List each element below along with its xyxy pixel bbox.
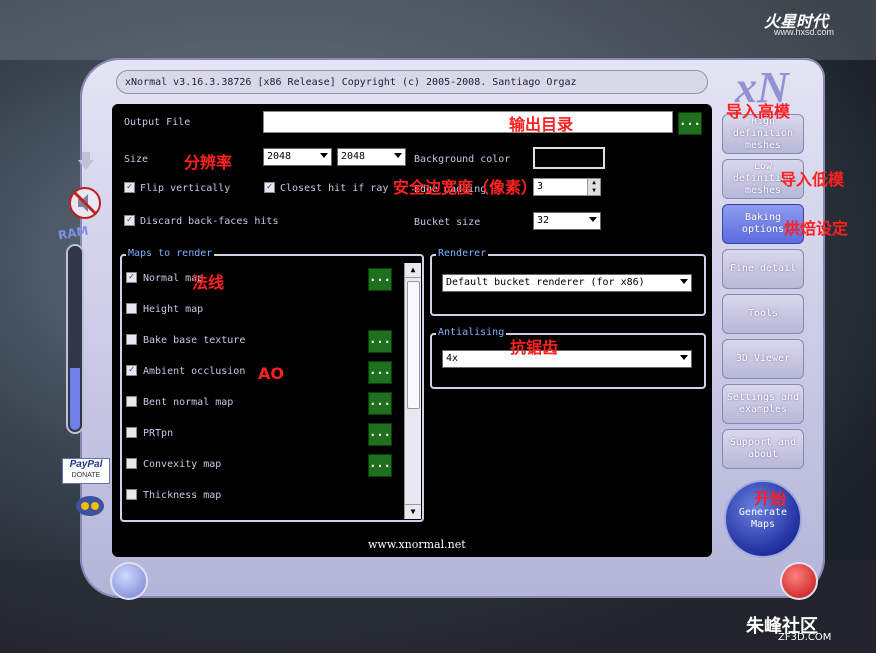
sidebar-item-settings-and-examples[interactable]: Settings and examples <box>722 384 804 424</box>
discard-backfaces-checkbox[interactable]: ✓ <box>124 215 135 226</box>
annotation-safe-margin: 安全边宽度（像素） <box>393 178 538 197</box>
background-color-label: Background color <box>414 154 511 165</box>
renderer-value: Default bucket renderer (for x86) <box>446 277 645 288</box>
annotation-import-high: 导入高模 <box>726 102 791 121</box>
sidebar-item-tools[interactable]: Tools <box>722 294 804 334</box>
mute-speaker-icon[interactable] <box>68 186 102 220</box>
antialiasing-group-title: Antialising <box>436 327 507 338</box>
size-width-value: 2048 <box>267 151 292 162</box>
flip-vertically-label: Flip vertically <box>140 183 231 194</box>
size-width-select[interactable]: 2048 <box>263 148 332 166</box>
bucket-size-label: Bucket size <box>414 217 481 228</box>
map-label: Ambient occlusion <box>143 366 246 377</box>
bucket-size-select[interactable]: 32 <box>533 212 601 230</box>
donate-text: DONATE <box>71 472 101 479</box>
antialiasing-select[interactable]: 4x <box>442 350 692 368</box>
paypal-text: PayPal <box>69 459 103 470</box>
output-file-label: Output File <box>124 117 191 128</box>
closest-hit-checkbox[interactable]: ✓ <box>264 182 275 193</box>
chevron-down-icon <box>320 153 328 158</box>
spinner-up-icon[interactable]: ▲ <box>587 179 600 187</box>
chevron-down-icon <box>394 153 402 158</box>
edge-padding-value: 3 <box>537 181 544 192</box>
edge-padding-spinner[interactable]: 3 ▲ ▼ <box>533 178 601 196</box>
hxsd-url: www.hxsd.com <box>774 27 835 37</box>
maps-group <box>120 254 424 522</box>
renderer-group-title: Renderer <box>436 248 489 259</box>
title-bar: xNormal v3.16.3.38726 [x86 Release] Copy… <box>116 70 708 94</box>
annotation-bake-settings: 烘焙设定 <box>784 219 849 238</box>
mascot-icon <box>76 496 104 516</box>
scroll-down-icon[interactable]: ▼ <box>405 504 421 519</box>
map-options-button[interactable]: ... <box>368 268 392 291</box>
scroll-thumb[interactable] <box>407 281 420 409</box>
map-label: Convexity map <box>143 459 222 470</box>
map-label: PRTpn <box>143 428 174 439</box>
chevron-down-icon <box>680 355 688 360</box>
annotation-ao: AO <box>258 364 284 383</box>
flip-vertically-checkbox[interactable]: ✓ <box>124 182 135 193</box>
annotation-start: 开始 <box>754 489 787 508</box>
map-checkbox[interactable] <box>126 427 137 438</box>
paypal-donate-button[interactable]: PayPal DONATE <box>62 458 110 484</box>
size-height-select[interactable]: 2048 <box>337 148 406 166</box>
map-checkbox[interactable]: ✓ <box>126 272 137 283</box>
map-options-button[interactable]: ... <box>368 454 392 477</box>
closest-hit-label: Closest hit if ray fails <box>280 183 390 194</box>
sidebar-item-support-and-about[interactable]: Support and about <box>722 429 804 469</box>
close-button[interactable] <box>780 562 818 600</box>
sidebar-item-fine-detail[interactable]: Fine detail <box>722 249 804 289</box>
minimize-button[interactable] <box>110 562 148 600</box>
sidebar-item-3d-viewer[interactable]: 3D Viewer <box>722 339 804 379</box>
output-file-input[interactable] <box>263 111 673 133</box>
output-browse-button[interactable]: ... <box>678 112 702 135</box>
background-color-swatch[interactable] <box>533 147 605 169</box>
map-options-button[interactable]: ... <box>368 423 392 446</box>
map-checkbox[interactable] <box>126 396 137 407</box>
map-checkbox[interactable] <box>126 489 137 500</box>
map-options-button[interactable]: ... <box>368 330 392 353</box>
map-options-button[interactable]: ... <box>368 392 392 415</box>
annotation-resolution: 分辨率 <box>184 153 233 172</box>
size-height-value: 2048 <box>341 151 366 162</box>
chevron-down-icon <box>680 279 688 284</box>
map-checkbox[interactable] <box>126 303 137 314</box>
spinner-down-icon[interactable]: ▼ <box>587 187 600 195</box>
maps-group-title: Maps to render <box>126 248 215 259</box>
map-checkbox[interactable] <box>126 458 137 469</box>
discard-backfaces-label: Discard back-faces hits <box>140 216 279 227</box>
ram-gauge-fill <box>70 368 80 430</box>
map-label: Height map <box>143 304 204 315</box>
map-checkbox[interactable]: ✓ <box>126 365 137 376</box>
map-checkbox[interactable] <box>126 334 137 345</box>
map-label: Bake base texture <box>143 335 246 346</box>
annotation-import-low: 导入低模 <box>780 170 845 189</box>
maps-scrollbar[interactable]: ▲ ▼ <box>404 263 421 519</box>
bucket-size-value: 32 <box>537 215 550 226</box>
annotation-normal: 法线 <box>192 273 225 292</box>
scroll-up-icon[interactable]: ▲ <box>405 263 421 278</box>
down-arrow-icon[interactable] <box>76 152 96 172</box>
map-label: Thickness map <box>143 490 222 501</box>
annotation-output-dir: 输出目录 <box>509 115 574 134</box>
antialiasing-value: 4x <box>446 353 459 364</box>
chevron-down-icon <box>589 217 597 222</box>
map-label: Bent normal map <box>143 397 234 408</box>
zf3d-url: ZF3D.COM <box>778 632 832 643</box>
footer-url: www.xnormal.net <box>368 538 466 551</box>
size-label: Size <box>124 154 149 165</box>
map-options-button[interactable]: ... <box>368 361 392 384</box>
annotation-antialias: 抗锯齿 <box>510 338 559 357</box>
renderer-select[interactable]: Default bucket renderer (for x86) <box>442 274 692 292</box>
